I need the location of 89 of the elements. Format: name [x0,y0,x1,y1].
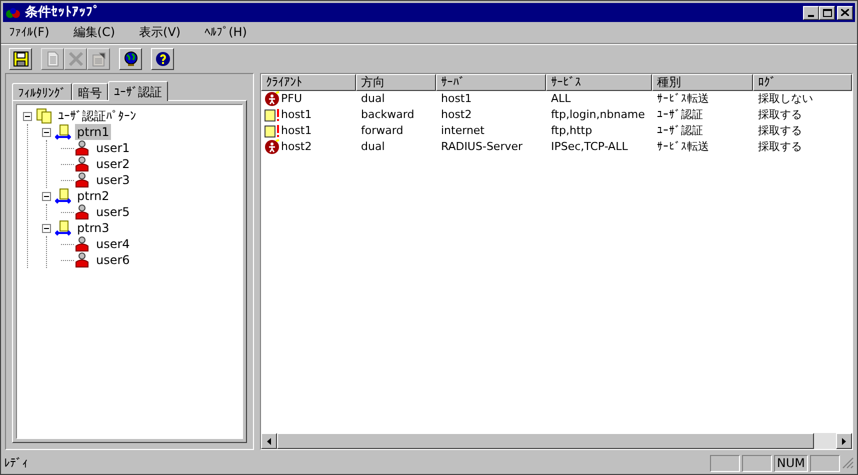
user-icon [74,204,90,220]
tree-item[interactable]: ptrn2 [75,188,112,204]
tree-item[interactable]: user3 [94,172,132,188]
toolbar-button[interactable] [119,48,142,70]
tree-item[interactable]: user6 [94,252,132,268]
table-cell: 採取する [758,139,802,155]
table-cell: 採取する [758,107,802,123]
table-cell: ﾕｰｻﾞ認証 [657,107,703,123]
resize-grip-icon [842,457,854,469]
column-header[interactable]: ｸﾗｲｱﾝﾄ [261,74,356,91]
table-cell: ｻｰﾋﾞｽ転送 [657,139,709,155]
table-cell: ftp,http [551,123,592,139]
properties-icon [90,51,106,67]
menu-item[interactable]: ﾌｧｲﾙ(F) [5,23,54,41]
tree-item[interactable]: user2 [94,156,132,172]
table-cell: host1 [441,91,472,107]
status-panel [810,454,840,472]
table-cell: ftp,login,nbname [551,107,645,123]
toolbar-button[interactable] [151,48,174,70]
status-indicator: NUM [774,454,808,472]
tab[interactable]: ﾌｨﾙﾀﾘﾝｸﾞ [12,83,72,100]
user-icon [74,252,90,268]
table-cell: host1 [281,107,312,123]
window-title: 条件ｾｯﾄｱｯﾌﾟ [25,4,100,22]
status-panel [710,454,740,472]
column-header[interactable]: ﾛｸﾞ [753,74,852,91]
tab[interactable]: 暗号 [72,83,108,100]
scroll-right-button[interactable] [836,433,852,449]
table-cell: 採取する [758,123,802,139]
user-icon [74,172,90,188]
document-icon [44,51,60,67]
menu-item[interactable]: 編集(C) [69,23,120,41]
column-header[interactable]: 種別 [652,74,753,91]
table-cell: internet [441,123,484,139]
table-cell: ALL [551,91,571,107]
auth-icon [264,107,280,123]
horizontal-scrollbar[interactable] [261,433,852,449]
table-cell: host2 [281,139,312,155]
table-cell: RADIUS-Server [441,139,523,155]
right-arrow-icon [842,438,846,444]
user-icon [74,140,90,156]
table-cell: host1 [281,123,312,139]
column-header[interactable]: 方向 [356,74,436,91]
close-icon [841,9,849,16]
service-icon [264,139,280,155]
status-text: ﾚﾃﾞｨ [4,455,29,472]
delete-icon [68,51,84,67]
scroll-left-button[interactable] [261,433,277,449]
column-header[interactable]: ｻｰﾋﾞｽ [546,74,652,91]
pattern-icon [55,124,71,140]
maximize-button[interactable] [819,6,835,20]
service-icon [264,91,280,107]
user-icon [74,156,90,172]
tree-item[interactable]: ptrn1 [75,124,112,140]
pattern-icon [55,188,71,204]
folder-group-icon [36,108,52,124]
collapse-toggle[interactable] [23,112,32,120]
close-button[interactable] [837,6,853,20]
collapse-toggle[interactable] [42,192,51,200]
column-header[interactable]: ｻｰﾊﾞ [436,74,546,91]
auth-icon [264,123,280,139]
left-arrow-icon [267,438,271,444]
collapse-toggle[interactable] [42,224,51,232]
table-cell: ｻｰﾋﾞｽ転送 [657,91,709,107]
menu-item[interactable]: ﾍﾙﾌﾟ(H) [200,23,251,41]
menu-item[interactable]: 表示(V) [135,23,185,41]
tree-item[interactable]: user5 [94,204,132,220]
table-cell: ﾕｰｻﾞ認証 [657,123,703,139]
table-cell: PFU [281,91,302,107]
tab[interactable]: ﾕｰｻﾞ認証 [108,81,168,101]
table-cell: dual [361,91,385,107]
pattern-icon [55,220,71,236]
tree-item[interactable]: ﾕｰｻﾞ認証ﾊﾟﾀｰﾝ [56,108,138,124]
status-panel [742,454,772,472]
table-cell: 採取しない [758,91,813,107]
table-cell: dual [361,139,385,155]
table-cell: host2 [441,107,472,123]
toolbar-button[interactable] [9,48,32,70]
table-cell: backward [361,107,414,123]
collapse-toggle[interactable] [42,128,51,136]
table-cell: forward [361,123,404,139]
user-icon [74,236,90,252]
minimize-button[interactable] [803,6,819,20]
tree-item[interactable]: user1 [94,140,132,156]
globe-icon [122,51,138,67]
help-icon [154,51,170,67]
tree-item[interactable]: ptrn3 [75,220,112,236]
tree-item[interactable]: user4 [94,236,132,252]
table-cell: IPSec,TCP-ALL [551,139,628,155]
